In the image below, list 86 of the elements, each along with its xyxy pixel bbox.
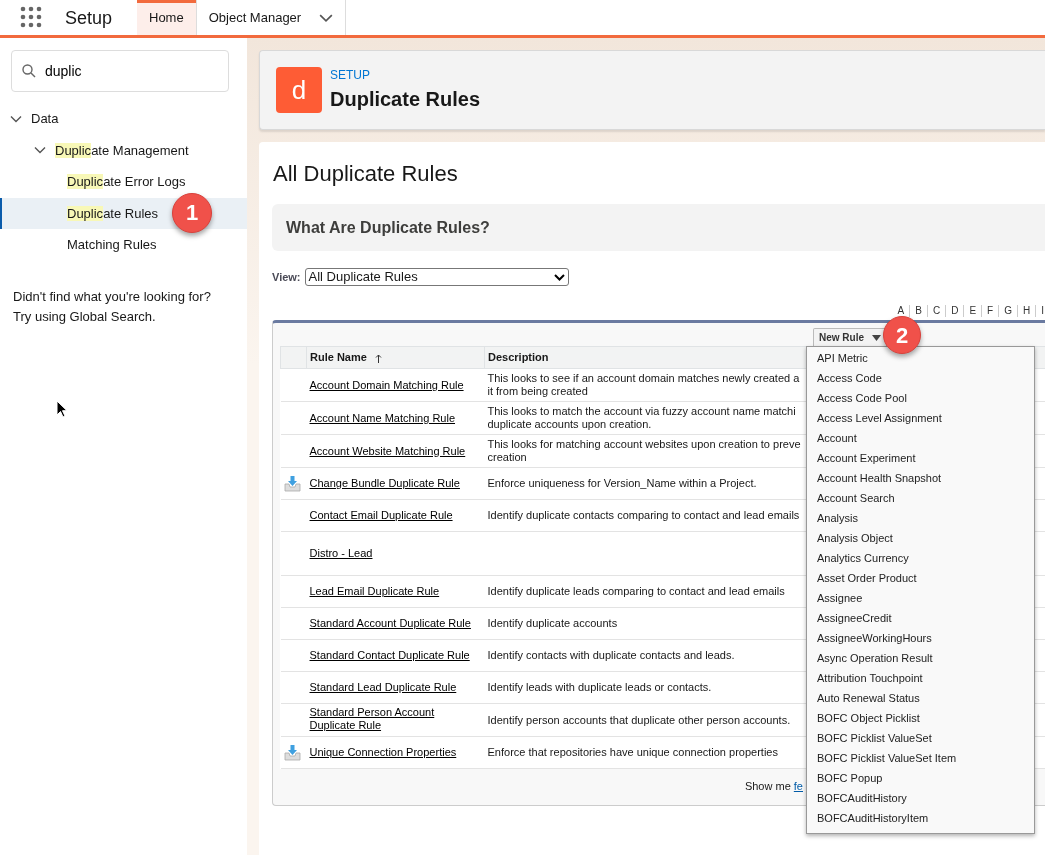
menu-item[interactable]: BOFCAuditHistoryItem [807, 808, 1034, 828]
menu-item[interactable]: Analysis Object [807, 528, 1034, 548]
footer-link[interactable]: fe [793, 780, 803, 792]
menu-item[interactable]: BOFC Object Picklist [807, 708, 1034, 728]
letter-filter[interactable]: I [1035, 305, 1045, 317]
description-text: This looks to see if an account domain matches newly created a [487, 372, 800, 385]
description-text: duplicate accounts upon creation. [487, 418, 652, 431]
tree-item[interactable]: Matching Rules [67, 235, 157, 255]
letter-filter[interactable]: H [1017, 305, 1036, 317]
menu-item[interactable]: Access Code [807, 368, 1034, 388]
chevron-down-icon [553, 273, 565, 281]
view-select[interactable]: All Duplicate Rules [304, 268, 569, 286]
menu-item[interactable]: Account Search [807, 488, 1034, 508]
letter-filter[interactable]: C [926, 305, 946, 317]
view-label: View: [272, 269, 301, 285]
menu-item[interactable]: BOFC Picklist ValueSet [807, 728, 1034, 748]
menu-item[interactable]: Account Health Snapshot [807, 468, 1034, 488]
rule-name-link[interactable]: Account Name Matching Rule [309, 411, 455, 425]
menu-item[interactable]: AssigneeWorkingHours [807, 628, 1034, 648]
app-name: Setup [65, 7, 114, 30]
letter-filter[interactable]: G [998, 305, 1017, 317]
info-section-header[interactable]: What Are Duplicate Rules? [272, 204, 1045, 251]
tree-item[interactable]: Duplicate Error Logs [67, 172, 186, 192]
rule-name-link[interactable]: Account Domain Matching Rule [309, 378, 464, 392]
rule-name-link[interactable]: Standard Person Account Duplicate Rule [309, 706, 482, 733]
description-text: it from being created [487, 385, 588, 398]
rule-name-link[interactable]: Standard Account Duplicate Rule [309, 617, 471, 631]
letter-filter[interactable]: D [945, 305, 964, 317]
letter-filter[interactable]: E [963, 305, 982, 317]
description-text: Identify duplicate accounts [487, 617, 618, 630]
rule-name-link[interactable]: Contact Email Duplicate Rule [309, 509, 453, 523]
letter-filter[interactable]: F [981, 305, 999, 317]
rule-name-link[interactable]: Lead Email Duplicate Rule [309, 585, 440, 599]
help-text: Try using Global Search. [13, 307, 157, 326]
description-text: Identify leads with duplicate leads or contacts. [487, 681, 712, 694]
rule-name-link[interactable]: Distro - Lead [309, 547, 373, 561]
new-rule-button[interactable]: New Rule [813, 328, 887, 346]
rule-name-link[interactable]: Account Website Matching Rule [309, 444, 466, 458]
description-text: creation [487, 451, 527, 464]
search-icon [22, 64, 36, 78]
menu-item[interactable]: Analytics Currency [807, 548, 1034, 568]
callout-badge: 2 [883, 316, 921, 354]
tree-item[interactable]: Data [31, 109, 59, 129]
list-title: All Duplicate Rules [273, 160, 459, 188]
menu-item[interactable]: BOFC Picklist ValueSet Item [807, 748, 1034, 768]
description-text: This looks for matching account websites upon creation to preve [487, 438, 801, 451]
description-text: Identify duplicate contacts comparing to contact and lead emails [487, 509, 800, 522]
rule-name-link[interactable]: Standard Lead Duplicate Rule [309, 681, 457, 695]
callout-badge: 1 [172, 192, 212, 233]
caret-icon [872, 334, 881, 341]
menu-item[interactable]: BOFCAuditHistory [807, 788, 1034, 808]
tree-item[interactable]: Duplicate Management [55, 140, 189, 160]
rule-name-link[interactable]: Change Bundle Duplicate Rule [309, 477, 460, 491]
description-text: Identify contacts with duplicate contacts and leads. [487, 649, 735, 662]
letter-filter[interactable]: A [892, 305, 910, 317]
menu-item[interactable]: Analysis [807, 508, 1034, 528]
rule-name-link[interactable]: Unique Connection Properties [309, 746, 457, 760]
help-text: Didn't find what you're looking for? [13, 287, 212, 306]
description-text: Identify person accounts that duplicate other person accounts. [487, 713, 791, 727]
menu-item[interactable]: BOFC Popup [807, 768, 1034, 788]
menu-item[interactable]: Access Level Assignment [807, 408, 1034, 428]
page-title: Duplicate Rules [330, 87, 481, 112]
eyebrow-label: SETUP [330, 67, 371, 84]
column-header[interactable]: Rule Name [306, 346, 485, 369]
setup-icon: d [276, 67, 322, 113]
search-field[interactable]: duplic [11, 50, 229, 92]
cursor-icon [56, 400, 68, 418]
menu-item[interactable]: Access Code Pool [807, 388, 1034, 408]
menu-item[interactable]: Auto Renewal Status [807, 688, 1034, 708]
menu-item[interactable]: Account Experiment [807, 448, 1034, 468]
tree-item[interactable]: Duplicate Rules [67, 203, 159, 223]
menu-item[interactable]: Attribution Touchpoint [807, 668, 1034, 688]
menu-item[interactable]: Asset Order Product [807, 568, 1034, 588]
app-launcher-icon[interactable] [20, 6, 42, 28]
description-text: Enforce uniqueness for Version_Name within a Project. [487, 477, 757, 490]
menu-item[interactable]: Async Operation Result [807, 648, 1034, 668]
menu-item[interactable]: AssigneeCredit [807, 608, 1034, 628]
footer-text: Show me [744, 780, 792, 792]
menu-item[interactable]: Account [807, 428, 1034, 448]
nav-tab[interactable]: Home [137, 0, 197, 35]
description-text: Identify duplicate leads comparing to contact and lead emails [487, 585, 785, 598]
letter-filter[interactable]: B [909, 305, 927, 317]
description-text: This looks to match the account via fuzzy account name matchi [487, 405, 796, 418]
menu-item[interactable]: Assignee [807, 588, 1034, 608]
rule-name-link[interactable]: Standard Contact Duplicate Rule [309, 649, 470, 663]
description-text: Enforce that repositories have unique connection properties [487, 746, 778, 759]
